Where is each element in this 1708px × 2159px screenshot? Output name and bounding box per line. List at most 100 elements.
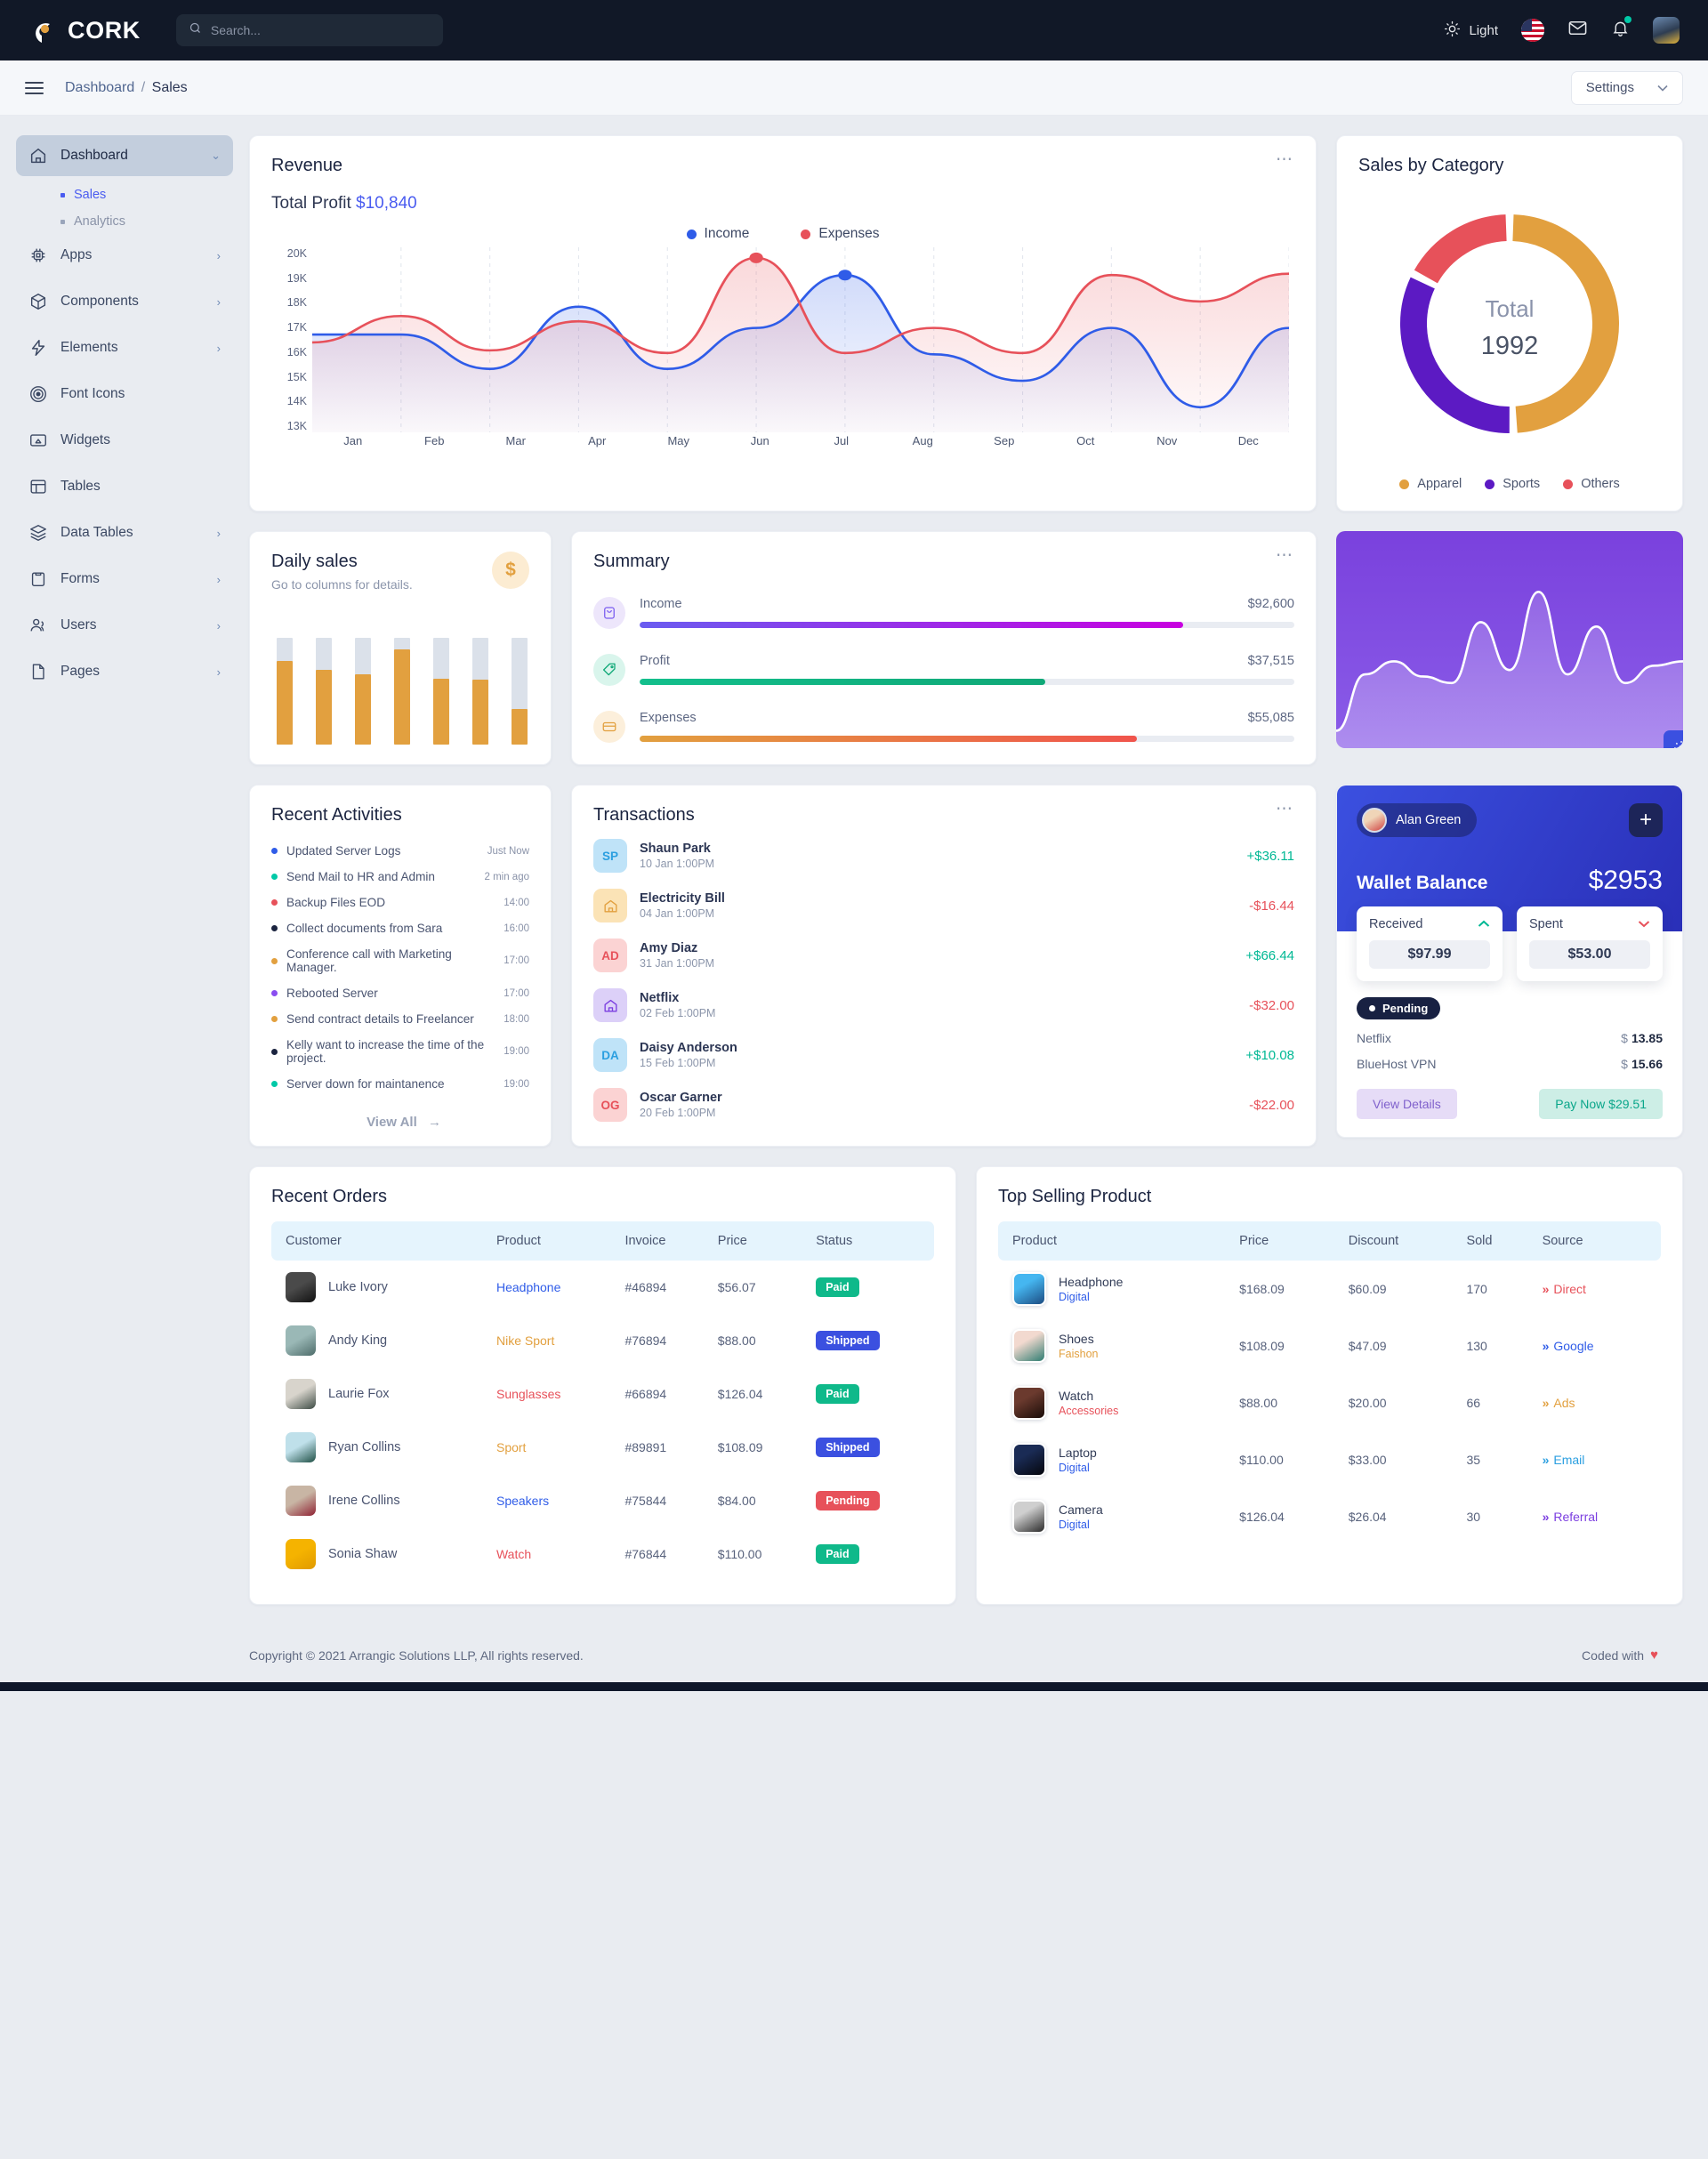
transactions-menu-icon[interactable]: ⋯ <box>1276 801 1294 826</box>
language-flag-icon[interactable] <box>1521 19 1544 42</box>
bar-track[interactable] <box>433 638 449 745</box>
sidebar-item-users[interactable]: Users › <box>16 605 233 646</box>
column-header: Price <box>1239 1234 1269 1248</box>
product-name[interactable]: Speakers <box>487 1474 616 1527</box>
brand-logo-group[interactable]: CORK <box>18 15 141 45</box>
sidebar-item-apps[interactable]: Apps › <box>16 235 233 276</box>
activity-item[interactable]: Conference call with Marketing Manager. … <box>271 941 529 980</box>
sidebar-item-components[interactable]: Components › <box>16 281 233 322</box>
bar-track[interactable] <box>316 638 332 745</box>
legend-item-income[interactable]: Income <box>686 226 749 242</box>
theme-toggle[interactable]: Light <box>1444 20 1498 41</box>
x-tick: Jan <box>343 434 363 447</box>
bullet-icon <box>60 192 65 197</box>
transaction-date: 31 Jan 1:00PM <box>640 957 715 970</box>
table-row[interactable]: Headphone Digital $168.09 $60.09 170 » Di… <box>998 1261 1661 1317</box>
product-name[interactable]: Sport <box>487 1421 616 1474</box>
view-details-button[interactable]: View Details <box>1357 1089 1457 1119</box>
donut-slice[interactable] <box>1414 214 1508 284</box>
settings-dropdown-button[interactable]: Settings <box>1570 70 1683 105</box>
menu-toggle-icon[interactable] <box>25 81 44 94</box>
sidebar-item-analytics[interactable]: Analytics <box>16 208 233 235</box>
notification-bell-icon[interactable] <box>1611 16 1631 43</box>
tag-icon <box>593 654 625 686</box>
transaction-item[interactable]: Netflix 02 Feb 1:00PM -$32.00 <box>593 980 1294 1030</box>
breadcrumb-root[interactable]: Dashboard <box>65 80 134 95</box>
table-row[interactable]: Laurie Fox Sunglasses #66894 $126.04 Pai… <box>271 1367 934 1421</box>
customer-name: Andy King <box>328 1333 388 1348</box>
product-name[interactable]: Nike Sport <box>487 1314 616 1367</box>
product-thumbnail <box>1012 1329 1046 1363</box>
transaction-item[interactable]: Electricity Bill 04 Jan 1:00PM -$16.44 <box>593 881 1294 930</box>
activity-item[interactable]: Server down for maintanence 19:00 <box>271 1071 529 1097</box>
bar-track[interactable] <box>277 638 293 745</box>
transaction-item[interactable]: AD Amy Diaz 31 Jan 1:00PM +$66.44 <box>593 930 1294 980</box>
home-icon <box>593 988 627 1022</box>
bar-track[interactable] <box>394 638 410 745</box>
customer-avatar <box>286 1539 316 1569</box>
table-row[interactable]: Andy King Nike Sport #76894 $88.00 Shipp… <box>271 1314 934 1367</box>
table-row[interactable]: Sonia Shaw Watch #76844 $110.00 Paid <box>271 1527 934 1581</box>
bar-track[interactable] <box>472 638 488 745</box>
source[interactable]: » Referral <box>1534 1488 1661 1545</box>
revenue-menu-icon[interactable]: ⋯ <box>1276 151 1294 167</box>
view-all-button[interactable]: View All → <box>271 1115 529 1130</box>
search-input[interactable] <box>210 23 431 37</box>
sidebar-item-data-tables[interactable]: Data Tables › <box>16 512 233 553</box>
table-row[interactable]: Camera Digital $126.04 $26.04 30 » Referr… <box>998 1488 1661 1545</box>
activity-item[interactable]: Send Mail to HR and Admin 2 min ago <box>271 864 529 890</box>
legend-item[interactable]: Apparel <box>1399 477 1462 491</box>
sidebar-item-pages[interactable]: Pages › <box>16 651 233 692</box>
legend-item[interactable]: Sports <box>1485 477 1540 491</box>
add-button[interactable]: + <box>1629 803 1663 837</box>
search-box[interactable] <box>175 14 443 46</box>
legend-item[interactable]: Others <box>1563 477 1620 491</box>
sidebar-item-forms[interactable]: Forms › <box>16 559 233 600</box>
transaction-amount: +$10.08 <box>1245 1047 1294 1063</box>
donut-slice[interactable] <box>1512 214 1619 433</box>
transaction-date: 20 Feb 1:00PM <box>640 1107 716 1119</box>
product-name: Shoes <box>1059 1332 1094 1346</box>
table-row[interactable]: Ryan Collins Sport #89891 $108.09 Shippe… <box>271 1421 934 1474</box>
activity-item[interactable]: Send contract details to Freelancer 18:0… <box>271 1006 529 1032</box>
transaction-item[interactable]: DA Daisy Anderson 15 Feb 1:00PM +$10.08 <box>593 1030 1294 1080</box>
sidebar-item-dashboard[interactable]: Dashboard ⌄ <box>16 135 233 176</box>
activity-item[interactable]: Rebooted Server 17:00 <box>271 980 529 1006</box>
source[interactable]: » Email <box>1534 1431 1661 1488</box>
activity-item[interactable]: Kelly want to increase the time of the p… <box>271 1032 529 1071</box>
bar-track[interactable] <box>512 638 528 745</box>
sidebar-item-font-icons[interactable]: Font Icons <box>16 374 233 415</box>
product-name[interactable]: Headphone <box>487 1261 616 1314</box>
legend-item-expenses[interactable]: Expenses <box>801 226 879 242</box>
activity-item[interactable]: Collect documents from Sara 16:00 <box>271 915 529 941</box>
table-row[interactable]: Luke Ivory Headphone #46894 $56.07 Paid <box>271 1261 934 1314</box>
source[interactable]: » Ads <box>1534 1374 1661 1431</box>
wallet-user-chip[interactable]: Alan Green <box>1357 803 1478 837</box>
product-name[interactable]: Watch <box>487 1527 616 1581</box>
source[interactable]: » Direct <box>1534 1261 1661 1317</box>
transaction-item[interactable]: SP Shaun Park 10 Jan 1:00PM +$36.11 <box>593 831 1294 881</box>
table-row[interactable]: Watch Accessories $88.00 $20.00 66 » Ads <box>998 1374 1661 1431</box>
activity-item[interactable]: Backup Files EOD 14:00 <box>271 890 529 915</box>
summary-value: $92,600 <box>1247 597 1294 611</box>
sidebar-item-elements[interactable]: Elements › <box>16 327 233 368</box>
mail-icon[interactable] <box>1567 18 1588 43</box>
received-pill[interactable]: Received $97.99 <box>1357 906 1503 981</box>
user-avatar[interactable] <box>1653 17 1680 44</box>
bar-track[interactable] <box>355 638 371 745</box>
summary-menu-icon[interactable]: ⋯ <box>1276 547 1294 572</box>
sidebar-item-sales[interactable]: Sales <box>16 181 233 208</box>
settings-fab-button[interactable] <box>1664 730 1683 748</box>
activity-item[interactable]: Updated Server Logs Just Now <box>271 838 529 864</box>
sidebar-item-widgets[interactable]: Widgets <box>16 420 233 461</box>
table-row[interactable]: Laptop Digital $110.00 $33.00 35 » Email <box>998 1431 1661 1488</box>
table-row[interactable]: Irene Collins Speakers #75844 $84.00 Pen… <box>271 1474 934 1527</box>
product-name[interactable]: Sunglasses <box>487 1367 616 1421</box>
footer: Copyright © 2021 Arrangic Solutions LLP,… <box>249 1624 1683 1682</box>
source[interactable]: » Google <box>1534 1317 1661 1374</box>
spent-pill[interactable]: Spent $53.00 <box>1517 906 1663 981</box>
pay-now-button[interactable]: Pay Now $29.51 <box>1539 1089 1663 1119</box>
table-row[interactable]: Shoes Faishon $108.09 $47.09 130 » Google <box>998 1317 1661 1374</box>
sidebar-item-tables[interactable]: Tables <box>16 466 233 507</box>
transaction-item[interactable]: OG Oscar Garner 20 Feb 1:00PM -$22.00 <box>593 1080 1294 1130</box>
